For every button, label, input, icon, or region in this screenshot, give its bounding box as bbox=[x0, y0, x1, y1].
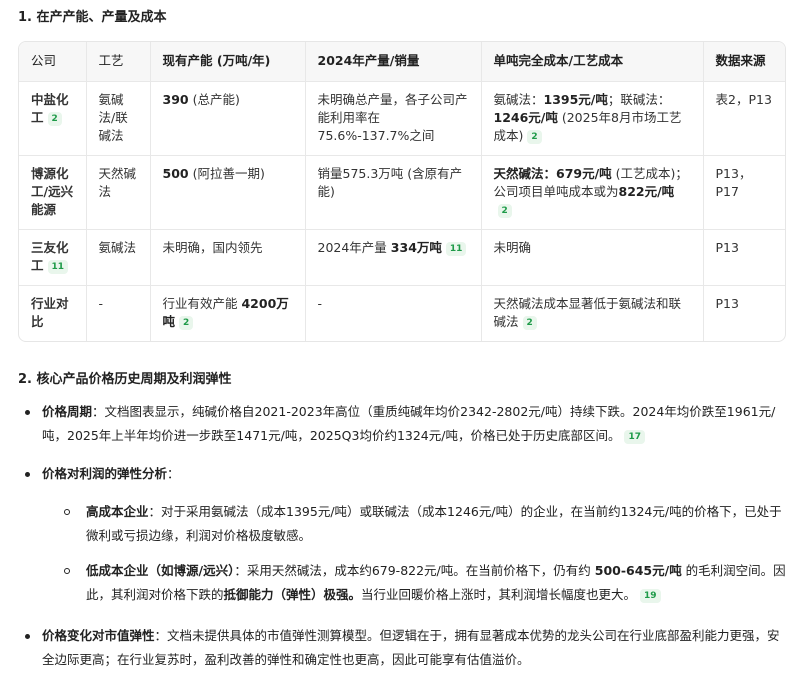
bold-text: 500 bbox=[162, 166, 189, 181]
bold-text: 334万吨 bbox=[390, 240, 442, 255]
text: (总产能) bbox=[188, 92, 240, 107]
column-header: 公司 bbox=[19, 42, 87, 82]
table-row: 博源化工/远兴能源 天然碱法 500 (阿拉善一期) 销量575.3万吨 (含原有产能… bbox=[19, 155, 785, 230]
column-header: 现有产能 (万吨/年) bbox=[150, 42, 306, 82]
citation-badge[interactable]: 2 bbox=[179, 316, 194, 330]
column-header: 2024年产量/销量 bbox=[305, 42, 482, 82]
citation-badge[interactable]: 2 bbox=[497, 204, 512, 218]
citation-badge[interactable]: 11 bbox=[445, 242, 467, 256]
text: 2024年产量 bbox=[317, 240, 391, 255]
table-header-row: 公司 工艺 现有产能 (万吨/年) 2024年产量/销量 单吨完全成本/工艺成本 数据来源 bbox=[19, 42, 785, 82]
table-cell: - bbox=[86, 285, 151, 341]
table-cell: P13 bbox=[703, 286, 785, 342]
table-cell: 行业有效产能 4200万吨 2 bbox=[150, 285, 306, 341]
table-cell: 表2，P13 bbox=[703, 81, 785, 156]
table-cell: 500 (阿拉善一期) bbox=[150, 155, 306, 230]
list-item: 价格变化对市值弹性：文档未提供具体的市值弹性测算模型。但逻辑在于，拥有显著成本优… bbox=[14, 624, 789, 672]
text: 未明确总产量，各子公司产能利用率在75.6%-137.7%之间 bbox=[317, 92, 468, 143]
text: 未明确，国内领先 bbox=[162, 240, 263, 255]
text: ；联碱法： bbox=[607, 92, 671, 107]
column-header: 数据来源 bbox=[703, 42, 785, 82]
bold-text: 价格变化对市值弹性 bbox=[42, 628, 155, 643]
column-header: 工艺 bbox=[86, 42, 151, 82]
list-item: 高成本企业：对于采用氨碱法（成本1395元/吨）或联碱法（成本1246元/吨）的… bbox=[14, 500, 789, 548]
text: ：采用天然碱法，成本约679-822元/吨。在当前价格下，仍有约 bbox=[234, 563, 595, 578]
table-cell: 390 (总产能) bbox=[150, 81, 306, 156]
text: 天然碱法 bbox=[98, 166, 137, 199]
table-cell: 氨碱法/联碱法 bbox=[86, 81, 151, 156]
table-cell: P13 bbox=[703, 229, 785, 286]
section-1-title: 1. 在产产能、产量及成本 bbox=[18, 10, 167, 25]
column-header: 单吨完全成本/工艺成本 bbox=[481, 42, 704, 82]
text: 销量575.3万吨 (含原有产能) bbox=[317, 166, 463, 199]
table-row: 行业对比 - 行业有效产能 4200万吨 2- 天然碱法成本显著低于氨碱法和联碱法 2 P1… bbox=[19, 285, 785, 342]
text: 未明确 bbox=[493, 240, 532, 255]
text: 表2，P13 bbox=[715, 92, 772, 107]
text: 氨碱法 bbox=[98, 240, 137, 255]
table-cell: 天然碱法：679元/吨 (工艺成本)；公司项目单吨成本或为822元/吨2 bbox=[481, 155, 704, 230]
text: 当行业回暖价格上涨时，其利润增长幅度也更大。 bbox=[361, 587, 637, 602]
table-cell: 2024年产量 334万吨 11 bbox=[305, 229, 482, 286]
table-cell: 天然碱法成本显著低于氨碱法和联碱法 2 bbox=[481, 285, 704, 341]
table-cell: 中盐化工 2 bbox=[19, 81, 87, 156]
bold-text: 高成本企业 bbox=[86, 504, 149, 519]
text: 行业对比 bbox=[31, 296, 69, 329]
text: 天然碱法成本显著低于氨碱法和联碱法 bbox=[493, 296, 682, 329]
table-cell: 行业对比 bbox=[19, 285, 87, 341]
list-item: 价格周期：文档图表显示，纯碱价格自2021-2023年高位（重质纯碱年均价234… bbox=[14, 400, 789, 448]
text: 博源化工/远兴能源 bbox=[31, 166, 74, 217]
table-cell: 氨碱法 bbox=[86, 229, 151, 286]
text: (阿拉善一期) bbox=[188, 166, 265, 181]
bold-text: 500-645元/吨 bbox=[594, 563, 682, 578]
citation-badge[interactable]: 2 bbox=[47, 112, 62, 126]
text: - bbox=[98, 296, 104, 311]
capacity-cost-table: 公司 工艺 现有产能 (万吨/年) 2024年产量/销量 单吨完全成本/工艺成本 数据来源… bbox=[18, 41, 786, 342]
list-item: 价格对利润的弹性分析： bbox=[14, 462, 789, 486]
citation-badge[interactable]: 11 bbox=[47, 260, 69, 274]
text: - bbox=[317, 296, 323, 311]
text: 行业有效产能 bbox=[162, 296, 242, 311]
text: P13 bbox=[715, 240, 739, 255]
bold-text: 1246元/吨 bbox=[493, 110, 558, 125]
citation-badge[interactable]: 2 bbox=[522, 316, 537, 330]
bold-text: 1395元/吨 bbox=[543, 92, 608, 107]
table-cell: 天然碱法 bbox=[86, 155, 151, 230]
bold-text: 天然碱法：679元/吨 bbox=[493, 166, 612, 181]
citation-badge[interactable]: 2 bbox=[527, 130, 542, 144]
text: P13，P17 bbox=[715, 166, 752, 199]
text: ：文档图表显示，纯碱价格自2021-2023年高位（重质纯碱年均价2342-28… bbox=[42, 404, 776, 443]
table-row: 中盐化工 2 氨碱法/联碱法 390 (总产能) 未明确总产量，各子公司产能利用率在75… bbox=[19, 81, 785, 156]
table-cell: 未明确总产量，各子公司产能利用率在75.6%-137.7%之间 bbox=[305, 81, 482, 156]
bold-text: 390 bbox=[162, 92, 189, 107]
text: ：对于采用氨碱法（成本1395元/吨）或联碱法（成本1246元/吨）的企业，在当… bbox=[86, 504, 782, 543]
table-cell: P13，P17 bbox=[703, 155, 785, 230]
text: 氨碱法： bbox=[493, 92, 544, 107]
table-cell: 氨碱法：1395元/吨；联碱法：1246元/吨 (2025年8月市场工艺成本) 2 bbox=[481, 81, 704, 156]
text: P13 bbox=[715, 296, 739, 311]
table-cell: - bbox=[305, 285, 482, 341]
bold-text: 822元/吨 bbox=[618, 184, 675, 199]
price-cycle-section: 价格周期：文档图表显示，纯碱价格自2021-2023年高位（重质纯碱年均价234… bbox=[14, 400, 789, 672]
bullet-list: 价格周期：文档图表显示，纯碱价格自2021-2023年高位（重质纯碱年均价234… bbox=[14, 400, 789, 672]
table-cell: 未明确 bbox=[481, 229, 704, 286]
table-cell: 博源化工/远兴能源 bbox=[19, 155, 87, 230]
text: 氨碱法/联碱法 bbox=[98, 92, 128, 143]
bold-text: 价格周期 bbox=[42, 404, 93, 419]
bold-text: 抵御能力（弹性）极强。 bbox=[223, 587, 362, 602]
citation-badge[interactable]: 17 bbox=[624, 430, 645, 444]
list-item: 低成本企业（如博源/远兴）：采用天然碱法，成本约679-822元/吨。在当前价格… bbox=[14, 559, 789, 607]
bold-text: 价格对利润的弹性分析 bbox=[42, 466, 168, 481]
table-cell: 三友化工 11 bbox=[19, 229, 87, 286]
bold-text: 低成本企业（如博源/远兴） bbox=[86, 563, 235, 578]
table-cell: 销量575.3万吨 (含原有产能) bbox=[305, 155, 482, 230]
text: ： bbox=[167, 466, 180, 481]
table-row: 三友化工 11 氨碱法 未明确，国内领先 2024年产量 334万吨 11 未明确 P13 bbox=[19, 229, 785, 286]
citation-badge[interactable]: 19 bbox=[640, 589, 661, 603]
table-cell: 未明确，国内领先 bbox=[150, 229, 306, 286]
section-2-title: 2. 核心产品价格历史周期及利润弹性 bbox=[18, 372, 232, 387]
